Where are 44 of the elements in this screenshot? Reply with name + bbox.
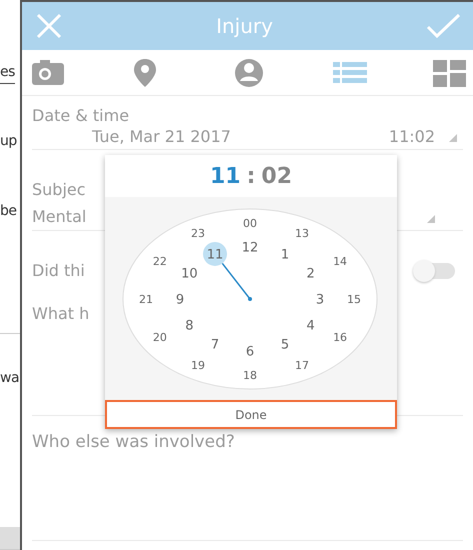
hour-option[interactable]: 2 [306, 266, 315, 282]
dropdown-arrow-icon[interactable] [449, 134, 457, 142]
hour-display[interactable]: 11 [210, 164, 241, 188]
hour-option[interactable]: 23 [191, 227, 205, 240]
hour-option[interactable]: 19 [191, 358, 205, 372]
hour-option[interactable]: 8 [185, 318, 194, 334]
field-label: Did thi [32, 261, 85, 280]
background-text: es [0, 61, 15, 84]
field-label: Date & time [32, 106, 130, 125]
background-text: wa [0, 369, 20, 388]
hour-option[interactable]: 1 [280, 248, 290, 263]
time-separator: : [246, 164, 256, 188]
hour-option[interactable]: 12 [242, 240, 258, 256]
hour-option[interactable]: 10 [181, 266, 198, 282]
hour-option[interactable]: 5 [280, 338, 290, 353]
field-label: Who else was involved? [32, 432, 235, 452]
hour-option[interactable]: 11 [203, 242, 227, 266]
close-icon[interactable] [34, 11, 64, 41]
screen-title: Injury [216, 14, 273, 38]
hour-option[interactable]: 00 [243, 216, 257, 230]
hour-option[interactable]: 17 [295, 358, 309, 372]
hour-option[interactable]: 6 [246, 344, 254, 360]
hour-option[interactable]: 4 [306, 318, 315, 334]
hour-option[interactable]: 7 [210, 338, 220, 353]
hour-option[interactable]: 15 [347, 292, 361, 306]
hour-option[interactable]: 22 [152, 254, 167, 268]
clock-hand[interactable] [222, 262, 252, 301]
hour-option[interactable]: 13 [295, 227, 309, 240]
hour-option[interactable]: 18 [243, 368, 257, 382]
background-text: be [0, 202, 16, 221]
hour-option[interactable]: 21 [139, 292, 153, 306]
hour-option[interactable]: 9 [176, 292, 184, 308]
dropdown-arrow-icon[interactable] [427, 214, 435, 222]
toggle-switch[interactable] [413, 262, 455, 278]
hour-option[interactable]: 3 [316, 292, 324, 308]
minute-display[interactable]: 02 [261, 164, 292, 188]
field-label: What h [32, 304, 90, 323]
done-button[interactable]: Done [105, 400, 397, 429]
background-text: up [0, 132, 17, 151]
hour-option[interactable]: 16 [333, 330, 348, 344]
hour-option[interactable]: 14 [333, 254, 348, 268]
check-icon[interactable] [425, 11, 461, 41]
hour-option[interactable]: 20 [152, 330, 167, 344]
field-label: Subjec [32, 180, 86, 199]
